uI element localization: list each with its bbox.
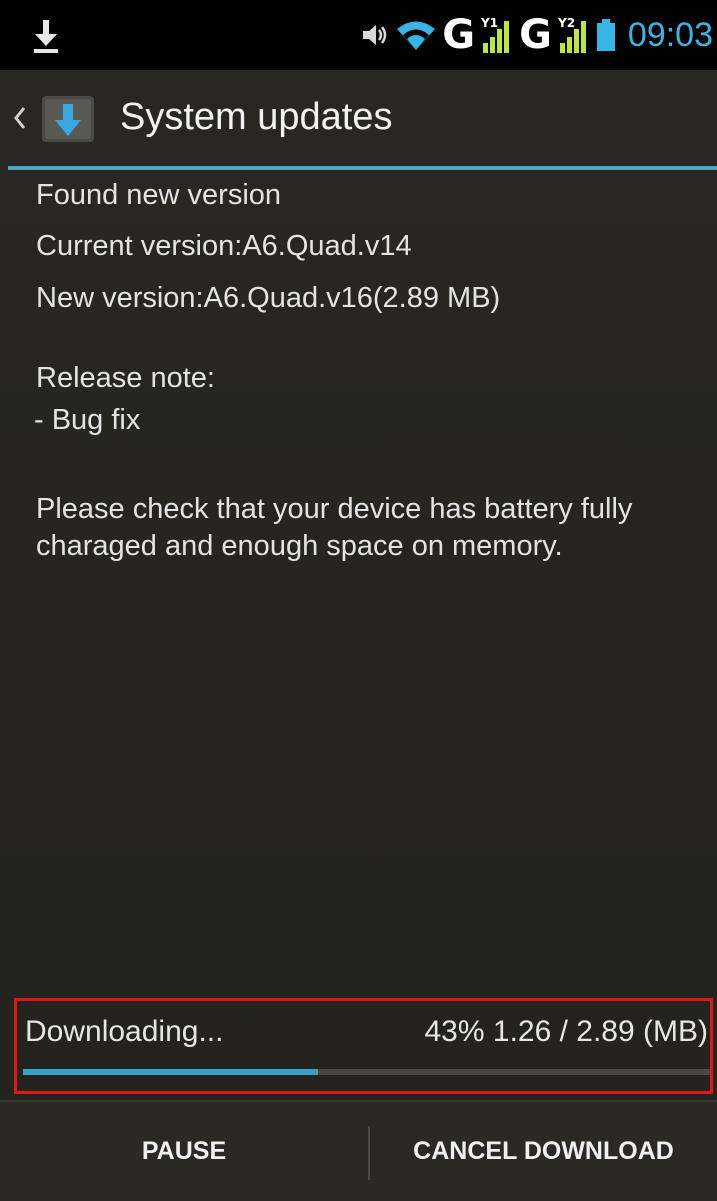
action-bar-divider	[8, 166, 717, 170]
network-type-sim1: G	[442, 12, 476, 58]
status-icons: G Y1 G Y2 09:03	[360, 10, 713, 60]
warning-line-1: Please check that your device has batter…	[36, 493, 633, 525]
progress-track	[23, 1069, 710, 1075]
wifi-icon	[397, 21, 436, 50]
cancel-download-button[interactable]: CANCEL DOWNLOAD	[370, 1102, 717, 1201]
network-type-sim2: G	[519, 12, 552, 58]
battery-icon	[596, 19, 615, 51]
status-bar: G Y1 G Y2 09:03	[0, 0, 717, 70]
system-updates-screen: G Y1 G Y2 09:03 System updates Found new…	[0, 0, 717, 1201]
new-version-text: New version:A6.Quad.v16(2.89 MB)	[36, 282, 501, 314]
warning-line-2: charaged and enough space on memory.	[36, 530, 563, 562]
download-size: 1.26 / 2.89 (MB)	[492, 1015, 708, 1048]
download-stats: 43% 1.26 / 2.89 (MB)	[425, 1015, 709, 1049]
back-chevron-icon[interactable]	[12, 104, 28, 132]
signal-sim2-icon: Y2	[557, 16, 586, 53]
release-note-heading: Release note:	[36, 362, 215, 394]
action-bar: System updates	[0, 70, 717, 170]
downloading-label: Downloading...	[25, 1015, 224, 1048]
download-percent: 43%	[424, 1015, 485, 1048]
volume-icon	[363, 25, 387, 45]
system-update-icon[interactable]	[38, 94, 98, 144]
download-progress-panel: Downloading... 43% 1.26 / 2.89 (MB)	[14, 998, 713, 1094]
current-version-text: Current version:A6.Quad.v14	[36, 230, 412, 262]
progress-fill	[23, 1069, 319, 1075]
clock: 09:03	[627, 15, 713, 54]
pause-button[interactable]: PAUSE	[0, 1102, 368, 1201]
svg-text:Y2: Y2	[557, 16, 575, 30]
action-buttons: PAUSE CANCEL DOWNLOAD	[0, 1100, 717, 1201]
found-new-version-text: Found new version	[36, 179, 282, 211]
signal-sim1-icon: Y1	[480, 16, 510, 53]
page-title: System updates	[120, 96, 393, 138]
release-note-item: - Bug fix	[34, 404, 141, 436]
download-icon	[34, 20, 58, 53]
svg-text:Y1: Y1	[480, 16, 498, 30]
